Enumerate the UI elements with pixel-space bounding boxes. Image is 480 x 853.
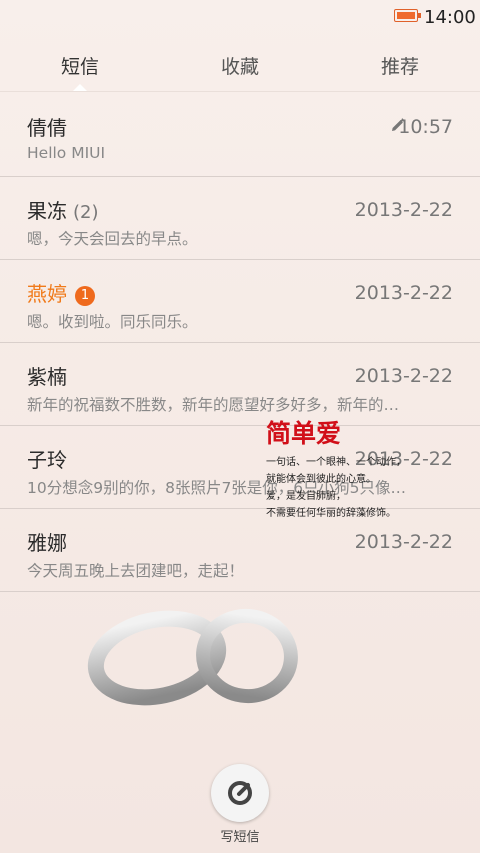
- conversation-item[interactable]: 燕婷 1 2013-2-22 嗯。收到啦。同乐同乐。: [0, 260, 480, 343]
- message-time: 2013-2-22: [354, 531, 453, 553]
- battery-icon: [394, 9, 421, 22]
- message-preview: Hello MIUI: [27, 144, 106, 162]
- message-time: 2013-2-22: [354, 199, 453, 221]
- compose-icon: [228, 781, 252, 805]
- message-preview: 嗯，今天会回去的早点。: [27, 230, 198, 248]
- status-time: 14:00: [424, 7, 476, 28]
- message-preview: 嗯。收到啦。同乐同乐。: [27, 313, 198, 331]
- overlay-line: 不需要任何华丽的辞藻修饰。: [266, 508, 396, 519]
- contact-name: 燕婷: [27, 282, 67, 306]
- message-count: (2): [73, 202, 99, 223]
- contact-name: 紫楠: [27, 365, 67, 389]
- contact-name: 果冻: [27, 199, 67, 223]
- overlay-title: 简单爱: [266, 419, 342, 448]
- tab-recommended[interactable]: 推荐: [340, 52, 460, 79]
- conversation-item[interactable]: 果冻 (2) 2013-2-22 嗯，今天会回去的早点。: [0, 177, 480, 260]
- tab-indicator: [73, 84, 87, 91]
- wallpaper-text-overlay: 简单爱 一句话、一个眼神、一个动作， 就能体会到彼此的心意。 爱，是发自肺腑， …: [266, 414, 466, 522]
- compose-label: 写短信: [220, 830, 260, 845]
- divider: [0, 91, 480, 92]
- message-time: 10:57: [398, 116, 453, 138]
- message-preview: 新年的祝福数不胜数，新年的愿望好多好多，新年的…: [27, 396, 400, 414]
- conversation-item[interactable]: 倩倩 10:57 Hello MIUI: [0, 94, 480, 177]
- message-time: 2013-2-22: [354, 365, 453, 387]
- overlay-line: 爱，是发自肺腑，: [266, 491, 346, 502]
- overlay-line: 就能体会到彼此的心意。: [266, 474, 376, 485]
- message-time: 2013-2-22: [354, 282, 453, 304]
- overlay-line: 一句话、一个眼神、一个动作，: [266, 457, 406, 468]
- contact-name-wrap: 果冻 (2): [27, 195, 99, 224]
- tab-bar: 短信 收藏 推荐: [0, 34, 480, 94]
- unread-badge: 1: [75, 286, 95, 306]
- contact-name-wrap: 燕婷 1: [27, 278, 95, 307]
- rings-wallpaper-image: [87, 608, 298, 706]
- overlay-lines: 一句话、一个眼神、一个动作， 就能体会到彼此的心意。 爱，是发自肺腑， 不需要任…: [266, 454, 466, 522]
- tab-favorites[interactable]: 收藏: [180, 52, 300, 79]
- contact-name: 子玲: [27, 448, 67, 472]
- tab-messages[interactable]: 短信: [20, 52, 140, 79]
- contact-name: 雅娜: [27, 531, 67, 555]
- status-bar: 14:00: [0, 0, 480, 34]
- contact-name: 倩倩: [27, 116, 67, 140]
- compose-button[interactable]: [211, 764, 269, 822]
- message-preview: 今天周五晚上去团建吧，走起！: [27, 562, 245, 580]
